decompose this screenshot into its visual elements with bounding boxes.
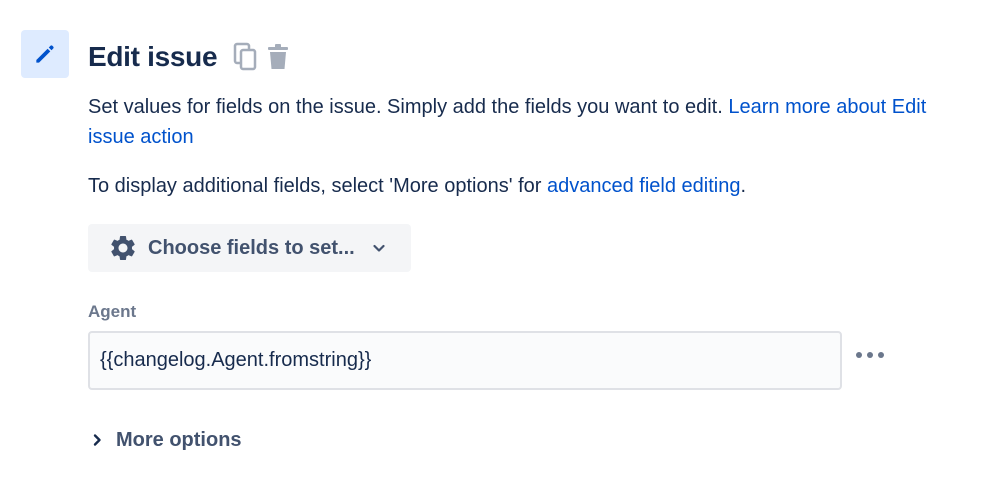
choose-fields-button[interactable]: Choose fields to set... xyxy=(88,224,411,272)
agent-field-label: Agent xyxy=(88,302,137,321)
more-options-label: More options xyxy=(116,428,242,451)
copy-icon[interactable] xyxy=(233,42,259,72)
description-body: Set values for fields on the issue. Simp… xyxy=(88,96,729,118)
agent-field-input[interactable] xyxy=(88,331,842,390)
additional-text-after: . xyxy=(740,175,747,197)
edit-issue-panel: Edit issue Set values for fields on the … xyxy=(0,0,999,479)
more-dots-icon xyxy=(856,352,884,358)
chevron-down-icon xyxy=(371,240,387,256)
pencil-icon xyxy=(36,45,54,63)
trash-icon[interactable] xyxy=(265,43,291,71)
additional-text-before: To display additional fields, select 'Mo… xyxy=(88,175,547,197)
header: Edit issue xyxy=(88,37,291,77)
page-title: Edit issue xyxy=(88,41,218,72)
gear-icon xyxy=(111,236,135,260)
more-actions-button[interactable] xyxy=(850,340,890,370)
advanced-field-editing-link[interactable]: advanced field editing xyxy=(547,175,740,197)
more-options-toggle[interactable]: More options xyxy=(90,425,242,455)
additional-fields-text: To display additional fields, select 'Mo… xyxy=(88,171,978,201)
action-icon xyxy=(21,30,69,78)
choose-fields-label: Choose fields to set... xyxy=(148,236,355,259)
chevron-right-icon xyxy=(93,434,101,446)
description-text: Set values for fields on the issue. Simp… xyxy=(88,92,978,152)
